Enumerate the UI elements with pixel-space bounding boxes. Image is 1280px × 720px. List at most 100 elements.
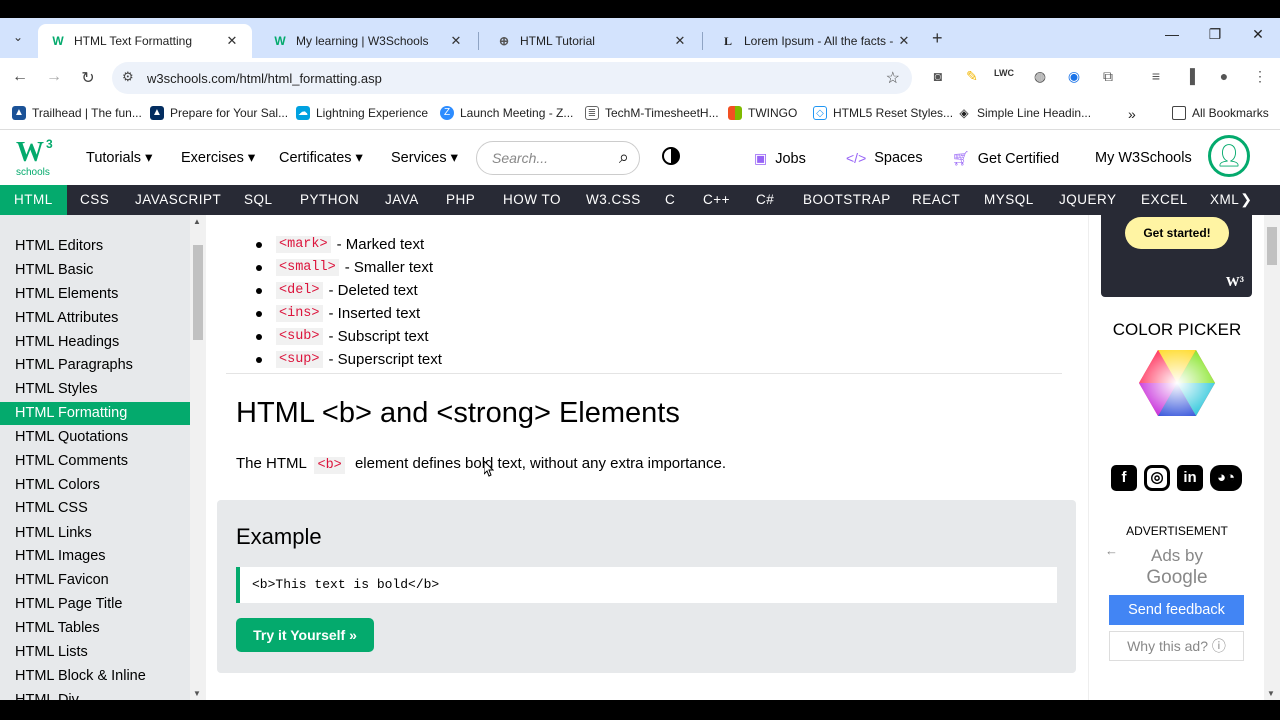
minimize-icon[interactable]: —: [1152, 26, 1192, 42]
scroll-down-icon[interactable]: ▼: [193, 689, 201, 698]
topic-jquery[interactable]: JQUERY: [1059, 185, 1117, 215]
sidebar-item-styles[interactable]: HTML Styles: [0, 378, 190, 401]
color-picker-wheel-icon[interactable]: [1139, 350, 1215, 416]
sidebar-item-formatting[interactable]: HTML Formatting: [0, 402, 190, 425]
topic-cpp[interactable]: C++: [703, 185, 730, 215]
get-started-button[interactable]: Get started!: [1125, 217, 1229, 249]
sidebar-item-lists[interactable]: HTML Lists: [0, 641, 190, 664]
search-input[interactable]: Search... ⌕: [476, 141, 640, 175]
bookmark-html5-reset[interactable]: ◇ HTML5 Reset Styles...: [813, 106, 953, 120]
tab-html-tutorial[interactable]: ⊕ HTML Tutorial ✕: [484, 24, 700, 58]
tab-html-text-formatting[interactable]: W HTML Text Formatting ✕: [38, 24, 252, 58]
bookmark-simple-line[interactable]: ◈ Simple Line Headin...: [957, 106, 1091, 120]
profile-avatar-icon[interactable]: ●: [1214, 68, 1234, 84]
bookmark-lightning[interactable]: ☁ Lightning Experience: [296, 106, 428, 120]
bookmark-twingo[interactable]: TWINGO: [728, 106, 797, 120]
w3schools-logo[interactable]: W 3 schools: [16, 137, 56, 178]
linkedin-icon[interactable]: in: [1177, 465, 1203, 491]
globe-extension-icon[interactable]: ◍: [1030, 68, 1050, 85]
close-tab-icon[interactable]: ✕: [224, 33, 240, 49]
topic-w3css[interactable]: W3.CSS: [586, 185, 641, 215]
sidebar-item-colors[interactable]: HTML Colors: [0, 474, 190, 497]
topic-csharp[interactable]: C#: [756, 185, 774, 215]
sidebar-item-favicon[interactable]: HTML Favicon: [0, 569, 190, 592]
more-menu-icon[interactable]: ⋮: [1250, 68, 1270, 85]
bookmark-trailhead[interactable]: ▲ Trailhead | The fun...: [12, 106, 142, 120]
sidebar-item-block-inline[interactable]: HTML Block & Inline: [0, 665, 190, 688]
reload-icon[interactable]: ↻: [78, 68, 98, 88]
topic-c[interactable]: C: [665, 185, 675, 215]
topic-react[interactable]: REACT: [912, 185, 960, 215]
bookmark-star-icon[interactable]: ☆: [886, 68, 900, 88]
back-icon[interactable]: ←: [10, 68, 30, 86]
tab-search-icon[interactable]: ⌄: [6, 25, 30, 49]
extensions-puzzle-icon[interactable]: ⧉: [1098, 68, 1118, 85]
topic-javascript[interactable]: JAVASCRIPT: [135, 185, 221, 215]
menu-certificates[interactable]: Certificates ▾: [279, 150, 363, 166]
camera-extension-icon[interactable]: ◙: [928, 68, 948, 84]
media-controls-icon[interactable]: ≡: [1146, 68, 1166, 84]
search-icon[interactable]: ⌕: [619, 147, 629, 168]
user-avatar-icon[interactable]: 👤︎: [1208, 135, 1250, 177]
close-window-icon[interactable]: ✕: [1238, 26, 1278, 43]
sidebar-item-page-title[interactable]: HTML Page Title: [0, 593, 190, 616]
get-certified-link[interactable]: 🛒︎ Get Certified: [952, 150, 1059, 167]
all-bookmarks[interactable]: All Bookmarks: [1172, 106, 1269, 120]
scroll-down-icon[interactable]: ▼: [1267, 689, 1275, 698]
menu-services[interactable]: Services ▾: [391, 150, 458, 166]
spaces-link[interactable]: </> Spaces: [846, 150, 923, 166]
close-tab-icon[interactable]: ✕: [448, 33, 464, 49]
side-panel-icon[interactable]: ▐: [1180, 68, 1200, 84]
facebook-icon[interactable]: f: [1111, 465, 1137, 491]
close-tab-icon[interactable]: ✕: [896, 33, 912, 49]
dark-mode-toggle-icon[interactable]: [662, 147, 680, 165]
topic-python[interactable]: PYTHON: [300, 185, 359, 215]
site-info-icon[interactable]: ⚙: [122, 69, 134, 85]
topic-php[interactable]: PHP: [446, 185, 475, 215]
topic-html[interactable]: HTML: [0, 185, 67, 215]
try-it-yourself-button[interactable]: Try it Yourself »: [236, 618, 374, 652]
sidebar-item-attributes[interactable]: HTML Attributes: [0, 307, 190, 330]
more-bookmarks-icon[interactable]: »: [1128, 106, 1136, 122]
my-w3schools-link[interactable]: My W3Schools: [1095, 150, 1192, 166]
topic-mysql[interactable]: MYSQL: [984, 185, 1034, 215]
topic-xml[interactable]: XML: [1210, 185, 1239, 215]
menu-exercises[interactable]: Exercises ▾: [181, 150, 255, 166]
close-tab-icon[interactable]: ✕: [672, 33, 688, 49]
topic-sql[interactable]: SQL: [244, 185, 273, 215]
sidebar-item-editors[interactable]: HTML Editors: [0, 235, 190, 258]
forward-icon[interactable]: →: [44, 68, 64, 86]
sidebar-scrollbar[interactable]: ▲ ▼: [190, 215, 206, 700]
sidebar-item-comments[interactable]: HTML Comments: [0, 450, 190, 473]
bookmark-timesheet[interactable]: ≣ TechM-TimesheetH...: [585, 106, 719, 120]
sidebar-item-css[interactable]: HTML CSS: [0, 497, 190, 520]
discord-icon[interactable]: ◕◔: [1210, 465, 1242, 491]
sidebar-item-elements[interactable]: HTML Elements: [0, 283, 190, 306]
topics-scroll-right-icon[interactable]: ❯: [1240, 191, 1252, 208]
sidebar-item-quotations[interactable]: HTML Quotations: [0, 426, 190, 449]
tab-my-learning[interactable]: W My learning | W3Schools ✕: [260, 24, 476, 58]
address-bar[interactable]: ⚙ w3schools.com/html/html_formatting.asp…: [112, 62, 912, 94]
page-scroll-thumb[interactable]: [1267, 227, 1277, 265]
page-scrollbar[interactable]: ▼: [1264, 215, 1280, 700]
new-tab-icon[interactable]: +: [932, 28, 943, 49]
sidebar-item-headings[interactable]: HTML Headings: [0, 331, 190, 354]
sidebar-item-tables[interactable]: HTML Tables: [0, 617, 190, 640]
sidebar-item-links[interactable]: HTML Links: [0, 522, 190, 545]
sidebar-item-div[interactable]: HTML Div: [0, 689, 190, 700]
lwc-extension-icon[interactable]: LWC: [994, 68, 1014, 78]
topic-excel[interactable]: EXCEL: [1141, 185, 1188, 215]
instagram-icon[interactable]: ◎: [1144, 465, 1170, 491]
bookmark-zoom-meeting[interactable]: Z Launch Meeting - Z...: [440, 106, 573, 120]
sidebar-item-paragraphs[interactable]: HTML Paragraphs: [0, 354, 190, 377]
pencil-extension-icon[interactable]: ✎: [962, 68, 982, 85]
bookmark-prepare-salary[interactable]: ▲ Prepare for Your Sal...: [150, 106, 288, 120]
topic-how-to[interactable]: HOW TO: [503, 185, 561, 215]
sidebar-item-images[interactable]: HTML Images: [0, 545, 190, 568]
topic-css[interactable]: CSS: [80, 185, 109, 215]
send-feedback-button[interactable]: Send feedback: [1109, 595, 1244, 625]
topic-bootstrap[interactable]: BOOTSTRAP: [803, 185, 891, 215]
topic-java[interactable]: JAVA: [385, 185, 419, 215]
scroll-up-icon[interactable]: ▲: [193, 217, 201, 226]
jobs-link[interactable]: ▣ Jobs: [754, 150, 806, 167]
